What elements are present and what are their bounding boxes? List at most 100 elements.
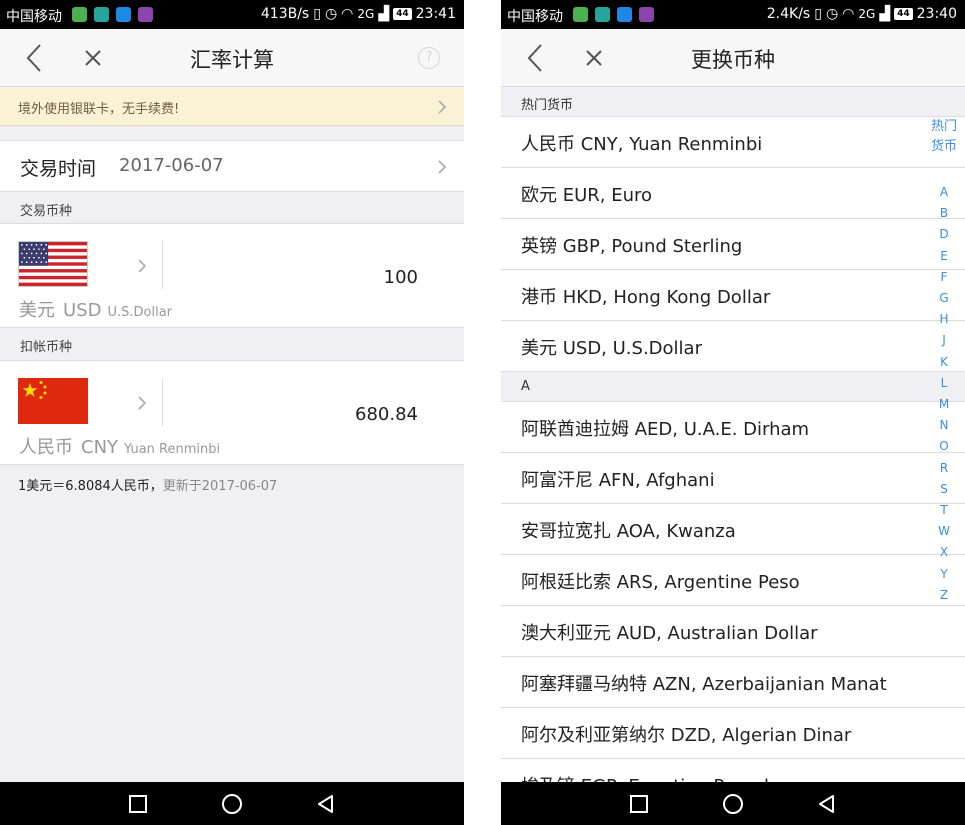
trade-time-label: 交易时间 xyxy=(20,158,97,180)
message-notification-icon xyxy=(595,7,610,22)
currency-item-gbp[interactable]: 英镑 GBP, Pound Sterling xyxy=(501,219,965,270)
divider xyxy=(162,378,163,426)
index-letter-g[interactable]: G xyxy=(929,291,959,305)
chat-notification-icon xyxy=(116,7,131,22)
currency-item-label: 阿富汗尼 AFN, Afghani xyxy=(521,470,715,491)
alarm-icon: ◷ xyxy=(825,6,839,22)
circle-home-icon[interactable] xyxy=(220,792,244,816)
index-letter-j[interactable]: J xyxy=(929,333,959,347)
currency-item-cny[interactable]: 人民币 CNY, Yuan Renminbi xyxy=(501,117,965,168)
currency-item-label: 安哥拉宽扎 AOA, Kwanza xyxy=(521,521,736,542)
square-recents-icon[interactable] xyxy=(627,792,651,816)
currency-item-label: 美元 USD, U.S.Dollar xyxy=(521,338,702,359)
screenshot-gap xyxy=(464,0,501,825)
hot-currency-section-header: 热门货币 xyxy=(501,87,965,117)
wechat-notification-icon xyxy=(573,7,588,22)
trade-date-value: 2017-06-07 xyxy=(119,155,224,176)
status-right: 413B/s ▯ ◷ ◠ 2G ▟ 44 23:41 xyxy=(261,6,456,22)
index-letter-n[interactable]: N xyxy=(929,418,959,432)
close-x-icon[interactable] xyxy=(581,45,607,71)
from-currency-name: 美元 USD U.S.Dollar xyxy=(19,296,172,322)
net-speed: 413B/s xyxy=(260,6,310,22)
index-letter-x[interactable]: X xyxy=(929,545,959,559)
help-circle-icon[interactable]: ? xyxy=(418,47,440,69)
back-chevron-icon[interactable] xyxy=(20,41,50,75)
index-letter-r[interactable]: R xyxy=(929,461,959,475)
network-type: 2G xyxy=(357,7,375,21)
index-letter-k[interactable]: K xyxy=(929,355,959,369)
currency-item-hkd[interactable]: 港币 HKD, Hong Kong Dollar xyxy=(501,270,965,321)
close-x-icon[interactable] xyxy=(80,45,106,71)
currency-item-aed[interactable]: 阿联酋迪拉姆 AED, U.A.E. Dirham xyxy=(501,402,965,453)
section-header-a: A xyxy=(501,372,965,402)
promo-banner-text: 境外使用银联卡，无手续费! xyxy=(18,102,180,117)
index-letter-s[interactable]: S xyxy=(929,482,959,496)
currency-item-usd[interactable]: 美元 USD, U.S.Dollar xyxy=(501,321,965,372)
debit-currency-section-header: 扣帐币种 xyxy=(0,329,464,360)
status-right: 2.4K/s ▯ ◷ ◠ 2G ▟ 44 23:40 xyxy=(767,6,957,22)
circle-home-icon[interactable] xyxy=(721,792,745,816)
index-letter-e[interactable]: E xyxy=(929,249,959,263)
index-letter-d[interactable]: D xyxy=(929,227,959,241)
index-letter-b[interactable]: B xyxy=(929,206,959,220)
from-currency-cn: 美元 xyxy=(19,300,55,321)
currency-item-label: 阿联酋迪拉姆 AED, U.A.E. Dirham xyxy=(521,419,810,440)
us-flag-icon xyxy=(18,241,88,287)
square-recents-icon[interactable] xyxy=(126,792,150,816)
chevron-right-icon[interactable] xyxy=(136,395,148,411)
vibrate-icon: ▯ xyxy=(313,6,321,22)
currency-item-afn[interactable]: 阿富汗尼 AFN, Afghani xyxy=(501,453,965,504)
from-currency-row[interactable]: 美元 USD U.S.Dollar 100 xyxy=(0,223,464,328)
trade-time-row[interactable]: 交易时间 2017-06-07 xyxy=(0,140,464,192)
triangle-back-icon[interactable] xyxy=(815,792,839,816)
currency-item-label: 阿根廷比索 ARS, Argentine Peso xyxy=(521,572,800,593)
from-amount-input[interactable]: 100 xyxy=(384,267,418,288)
to-currency-cn: 人民币 xyxy=(19,437,73,458)
message-notification-icon xyxy=(94,7,109,22)
trade-currency-section-header: 交易币种 xyxy=(0,193,464,223)
currency-item-azn[interactable]: 阿塞拜疆马纳特 AZN, Azerbaijanian Manat xyxy=(501,657,965,708)
from-currency-code: USD xyxy=(63,300,102,321)
gallery-notification-icon xyxy=(639,7,654,22)
index-letter-f[interactable]: F xyxy=(929,270,959,284)
chevron-right-icon xyxy=(438,160,447,174)
index-letter-a[interactable]: A xyxy=(929,185,959,199)
currency-item-label: 港币 HKD, Hong Kong Dollar xyxy=(521,287,771,308)
chevron-right-icon[interactable] xyxy=(136,258,148,274)
system-nav-bar xyxy=(0,782,464,825)
currency-item-aud[interactable]: 澳大利亚元 AUD, Australian Dollar xyxy=(501,606,965,657)
index-letter-z[interactable]: Z xyxy=(929,588,959,602)
wifi-icon: ◠ xyxy=(842,6,855,22)
rate-note: 1美元＝6.8084人民币，更新于2017-06-07 xyxy=(18,475,277,494)
currency-item-ars[interactable]: 阿根廷比索 ARS, Argentine Peso xyxy=(501,555,965,606)
index-letter-l[interactable]: L xyxy=(929,376,959,390)
currency-item-aoa[interactable]: 安哥拉宽扎 AOA, Kwanza xyxy=(501,504,965,555)
alarm-icon: ◷ xyxy=(324,6,338,22)
carrier-label: 中国移动 xyxy=(6,9,62,25)
to-currency-row[interactable]: 人民币 CNY Yuan Renminbi 680.84 xyxy=(0,360,464,465)
nav-bar: 汇率计算 ? xyxy=(0,29,464,87)
currency-item-eur[interactable]: 欧元 EUR, Euro xyxy=(501,168,965,219)
system-nav-bar xyxy=(501,782,965,825)
triangle-back-icon[interactable] xyxy=(314,792,338,816)
vibrate-icon: ▯ xyxy=(814,6,822,22)
index-letter-h[interactable]: H xyxy=(929,312,959,326)
index-hot-line1: 热门 xyxy=(930,119,957,134)
index-hot[interactable]: 热门 货币 xyxy=(929,117,959,157)
currency-item-label: 欧元 EUR, Euro xyxy=(521,185,653,206)
divider xyxy=(162,241,163,289)
back-chevron-icon[interactable] xyxy=(521,41,551,75)
index-letter-m[interactable]: M xyxy=(929,397,959,411)
to-amount-value: 680.84 xyxy=(355,404,418,425)
index-letter-t[interactable]: T xyxy=(929,503,959,517)
to-currency-en: Yuan Renminbi xyxy=(124,442,221,457)
currency-item-label: 英镑 GBP, Pound Sterling xyxy=(521,236,743,257)
currency-item-dzd[interactable]: 阿尔及利亚第纳尔 DZD, Algerian Dinar xyxy=(501,708,965,759)
from-currency-en: U.S.Dollar xyxy=(107,305,172,320)
index-letter-y[interactable]: Y xyxy=(929,567,959,581)
index-letter-w[interactable]: W xyxy=(929,524,959,538)
time: 23:41 xyxy=(415,6,456,22)
promo-banner[interactable]: 境外使用银联卡，无手续费! xyxy=(0,88,464,126)
index-hot-line2: 货币 xyxy=(930,139,957,154)
index-letter-o[interactable]: O xyxy=(929,439,959,453)
